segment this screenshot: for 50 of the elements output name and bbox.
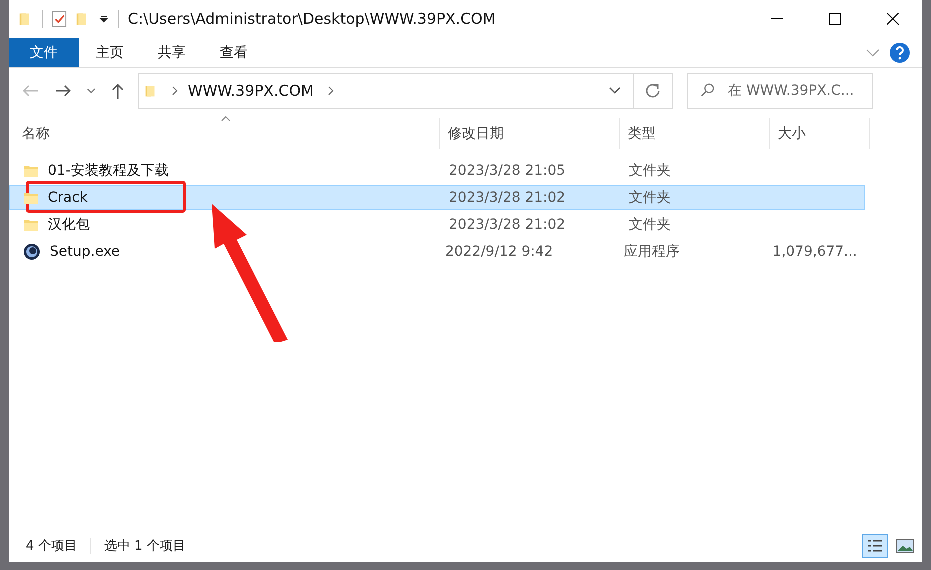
chevron-down-icon[interactable]	[609, 87, 621, 95]
file-row[interactable]: 汉化包 2023/3/28 21:02 文件夹	[9, 212, 865, 237]
date-cell-text: 2023/3/28 21:02	[448, 216, 567, 232]
up-arrow-icon[interactable]	[112, 83, 124, 99]
ribbon-tab[interactable]: 主页	[79, 38, 141, 67]
column-header[interactable]: 修改日期	[440, 118, 620, 149]
type-cell-text: 文件夹	[628, 162, 672, 180]
file-name: 汉化包	[48, 216, 90, 234]
file-tab[interactable]: 文件	[9, 38, 79, 67]
file-name: 01-安装教程及下载	[48, 162, 169, 180]
list-icon	[867, 539, 883, 553]
help-icon[interactable]	[890, 42, 910, 62]
refresh-icon[interactable]	[645, 83, 661, 99]
chevron-right-icon[interactable]	[328, 86, 334, 96]
address-bar[interactable]: WWW.39PX.COM	[138, 73, 673, 109]
search-field[interactable]: 在 WWW.39PX.C...	[687, 73, 873, 109]
column-header[interactable]: 名称	[9, 118, 440, 149]
chevron-right-icon[interactable]	[172, 86, 178, 96]
item-count: 4 个项目	[26, 538, 78, 555]
column-header[interactable]: 大小	[770, 118, 870, 149]
column-header[interactable]: 类型	[620, 118, 770, 149]
ribbon-tab[interactable]: 查看	[203, 38, 265, 67]
window-title: C:\Users\Administrator\Desktop\WWW.39PX.COM	[128, 10, 496, 28]
sort-caret-icon	[221, 116, 231, 122]
search-icon	[700, 83, 715, 98]
details-view-button[interactable]	[862, 534, 888, 558]
type-cell-text: 文件夹	[628, 216, 672, 234]
close-icon	[887, 13, 899, 25]
selection-count: 选中 1 个项目	[104, 538, 186, 555]
date-cell-text: 2023/3/28 21:02	[448, 190, 567, 206]
sphere-icon	[23, 242, 41, 260]
ribbon-tab[interactable]: 共享	[141, 38, 203, 67]
size-cell-text: 1,079,677...	[772, 244, 858, 260]
landscape-icon	[896, 539, 914, 553]
chevron-down-icon[interactable]	[87, 88, 96, 94]
dropdown-icon[interactable]	[99, 14, 109, 24]
type-cell-text: 应用程序	[622, 242, 681, 260]
maximize-icon	[829, 13, 841, 25]
file-name: Setup.exe	[50, 244, 120, 260]
forward-arrow-icon[interactable]	[55, 85, 71, 97]
date-cell-text: 2022/9/12 9:42	[444, 244, 554, 260]
file-row[interactable]: Crack 2023/3/28 21:02 文件夹	[9, 185, 865, 210]
type-cell-text: 文件夹	[628, 188, 672, 206]
breadcrumb[interactable]: WWW.39PX.COM	[188, 82, 314, 100]
file-name: Crack	[48, 190, 88, 206]
properties-icon[interactable]	[52, 10, 67, 28]
folder-icon	[145, 83, 158, 99]
file-row[interactable]: 01-安装教程及下载 2023/3/28 21:05 文件夹	[9, 158, 865, 183]
date-cell-text: 2023/3/28 21:05	[448, 162, 567, 178]
file-row[interactable]: Setup.exe 2022/9/12 9:42 应用程序 1,079,677...	[9, 239, 865, 264]
